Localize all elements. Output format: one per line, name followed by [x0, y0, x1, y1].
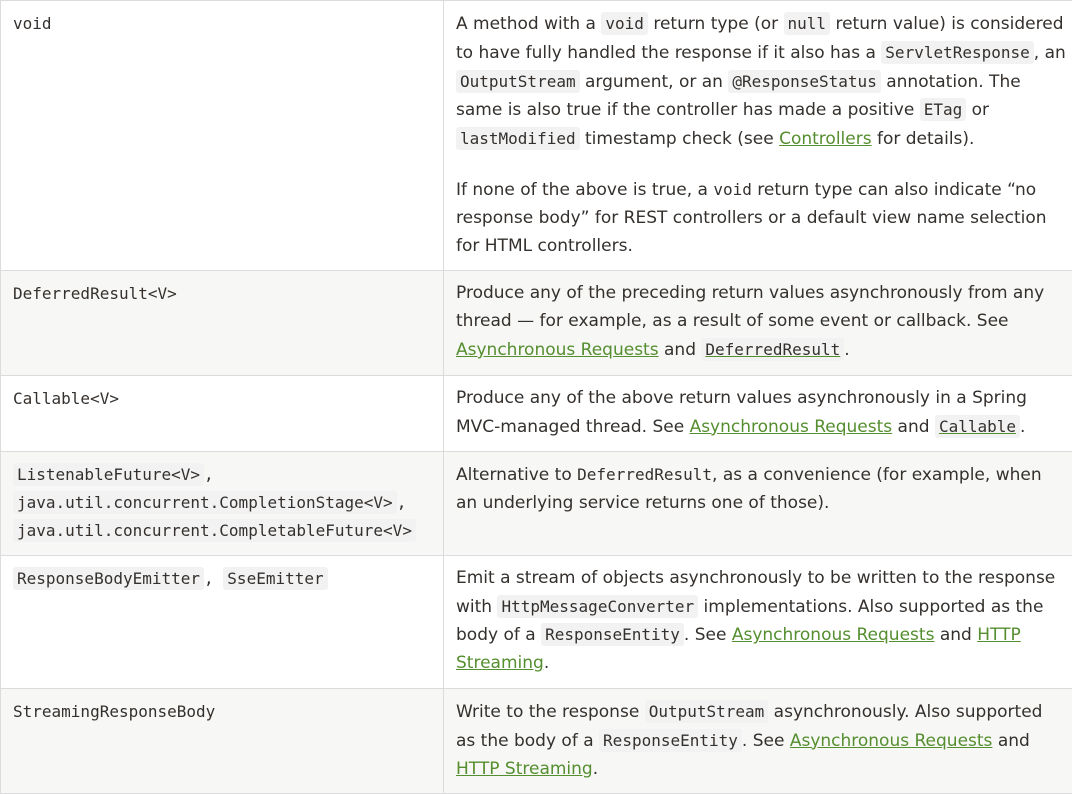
return-type-cell: ListenableFuture<V>, java.util.concurren… — [1, 452, 444, 555]
return-type-cell: ResponseBodyEmitter, SseEmitter — [1, 555, 444, 688]
deferredresult-link[interactable]: DeferredResult — [701, 340, 844, 360]
description-paragraph: Produce any of the above return values a… — [456, 385, 1066, 442]
controllers-link[interactable]: Controllers — [779, 129, 871, 149]
return-type: void — [13, 14, 52, 33]
return-type-cell: Callable<V> — [1, 375, 444, 452]
return-type: ResponseBodyEmitter — [13, 567, 204, 590]
description-paragraph: Write to the response OutputStream async… — [456, 698, 1066, 783]
return-type: StreamingResponseBody — [13, 702, 215, 721]
async-requests-link[interactable]: Asynchronous Requests — [690, 417, 893, 437]
description-cell: Emit a stream of objects asynchronously … — [444, 555, 1072, 688]
description-paragraph: Alternative to DeferredResult, as a conv… — [456, 461, 1066, 518]
return-type-cell: DeferredResult<V> — [1, 271, 444, 375]
description-cell: Produce any of the above return values a… — [444, 375, 1072, 452]
description-paragraph: Emit a stream of objects asynchronously … — [456, 565, 1066, 678]
return-type: ListenableFuture<V> — [13, 463, 204, 486]
async-requests-link[interactable]: Asynchronous Requests — [790, 731, 993, 751]
description-cell: Write to the response OutputStream async… — [444, 688, 1072, 793]
async-requests-link[interactable]: Asynchronous Requests — [732, 625, 935, 645]
return-type: Callable<V> — [13, 389, 119, 408]
description-paragraph: Produce any of the preceding return valu… — [456, 280, 1066, 364]
description-cell: Alternative to DeferredResult, as a conv… — [444, 452, 1072, 555]
table-row: DeferredResult<V> Produce any of the pre… — [1, 271, 1072, 375]
async-requests-link[interactable]: Asynchronous Requests — [456, 340, 659, 360]
table-row: ResponseBodyEmitter, SseEmitter Emit a s… — [1, 555, 1072, 688]
description-cell: A method with a void return type (or nul… — [444, 1, 1072, 271]
description-cell: Produce any of the preceding return valu… — [444, 271, 1072, 375]
table-row: Callable<V> Produce any of the above ret… — [1, 375, 1072, 452]
return-type: SseEmitter — [223, 567, 327, 590]
table-row: ListenableFuture<V>, java.util.concurren… — [1, 452, 1072, 555]
return-type-cell: StreamingResponseBody — [1, 688, 444, 793]
table-row: void A method with a void return type (o… — [1, 1, 1072, 271]
return-type: java.util.concurrent.CompletableFuture<V… — [13, 519, 416, 542]
description-paragraph: If none of the above is true, a void ret… — [456, 176, 1066, 260]
return-values-table: void A method with a void return type (o… — [0, 0, 1072, 794]
table-row: StreamingResponseBody Write to the respo… — [1, 688, 1072, 793]
return-type: DeferredResult<V> — [13, 284, 177, 303]
return-type: java.util.concurrent.CompletionStage<V> — [13, 491, 397, 514]
http-streaming-link[interactable]: HTTP Streaming — [456, 759, 593, 779]
description-paragraph: A method with a void return type (or nul… — [456, 10, 1066, 154]
return-type-cell: void — [1, 1, 444, 271]
callable-link[interactable]: Callable — [935, 417, 1020, 437]
